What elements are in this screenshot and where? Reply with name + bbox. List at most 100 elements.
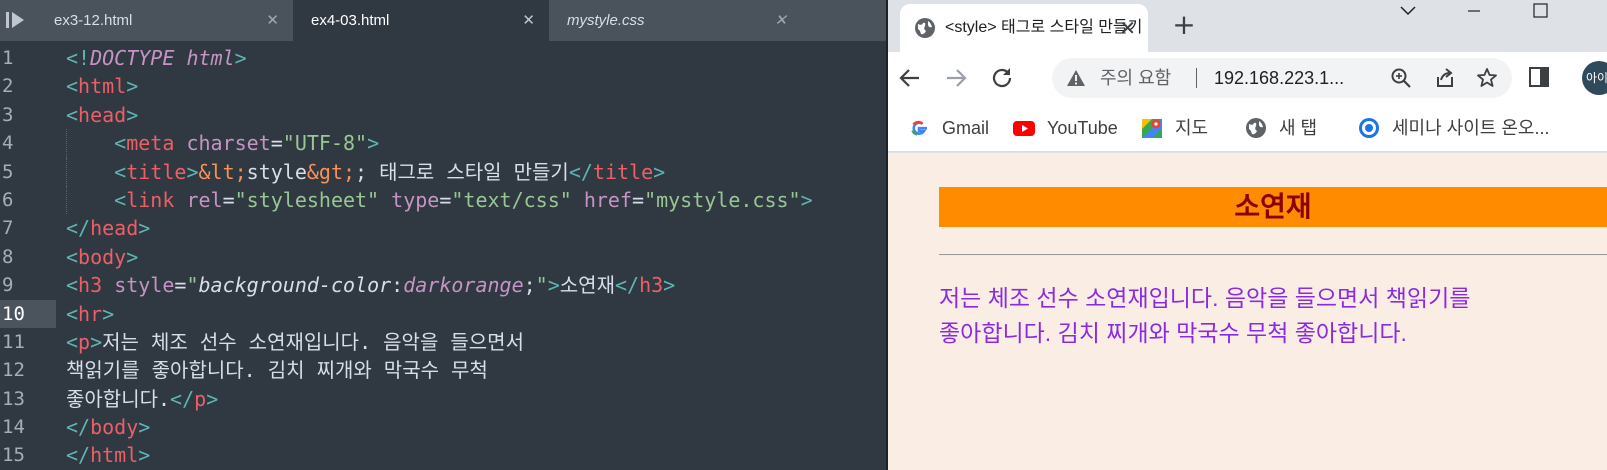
close-icon[interactable]: ✕ (266, 0, 279, 41)
code-token: title (126, 159, 187, 184)
code-token: body (78, 244, 127, 269)
forward-arrow-icon[interactable] (942, 64, 970, 92)
code-token: </ (66, 415, 91, 440)
code-line[interactable]: 15 </html> (0, 441, 888, 469)
new-tab-button[interactable]: + (1168, 10, 1200, 42)
code-token: > (90, 329, 103, 354)
side-panel-icon[interactable] (1528, 66, 1550, 88)
zoom-icon[interactable] (1390, 67, 1412, 89)
code-token: 저는 체조 선수 소연재입니다. 음악을 들으면서 (102, 329, 524, 354)
code-token: > (102, 301, 115, 326)
code-line[interactable]: 9 <h3 style="background-color:darkorange;… (0, 271, 888, 299)
bookmark-label: 새 탭 (1279, 118, 1318, 138)
bookmark-star-icon[interactable] (1476, 67, 1498, 89)
editor-tab-ex3-12[interactable]: ex3-12.html ✕ (36, 0, 293, 41)
code-token: DOCTYPE (90, 46, 175, 70)
page-paragraph: 저는 체조 선수 소연재입니다. 음악을 들으면서 책읽기를 좋아합니다. 김치… (939, 281, 1607, 351)
code-line[interactable]: 14 </body> (0, 413, 888, 441)
back-arrow-icon[interactable] (896, 64, 924, 92)
code-token: html (90, 443, 139, 468)
editor-tab-ex4-03[interactable]: ex4-03.html ✕ (293, 0, 549, 41)
code-token: html (186, 46, 235, 70)
code-token: > (186, 159, 199, 184)
code-line[interactable]: 4 <meta charset="UTF-8"> (0, 129, 888, 158)
code-token: < (66, 74, 79, 99)
code-token: "text/css" (451, 187, 572, 212)
code-token: > (126, 102, 139, 127)
url-text[interactable]: 192.168.223.1... (1214, 58, 1344, 98)
line-number: 3 (2, 103, 14, 126)
avatar[interactable]: 아이 (1582, 61, 1607, 95)
code-line[interactable]: 13 좋아합니다.</p> (0, 385, 888, 413)
tab-label: ex4-03.html (311, 12, 390, 29)
code-text: <html> (66, 72, 138, 100)
code-token: : (391, 273, 404, 298)
code-line[interactable]: 6 <link rel="stylesheet" type="text/css"… (0, 185, 888, 215)
code-line[interactable]: 3 <head> (0, 101, 888, 129)
paragraph-line: 좋아합니다. 김치 찌개와 막국수 무척 좋아합니다. (939, 320, 1407, 346)
code-text: <link rel="stylesheet" type="text/css" h… (66, 186, 812, 214)
google-icon (911, 120, 927, 136)
code-token: > (653, 159, 666, 184)
maximize-icon[interactable] (1516, 0, 1564, 26)
address-bar[interactable]: 주의 요함 192.168.223.1... (1052, 58, 1512, 98)
code-line[interactable]: 11 <p>저는 체조 선수 소연재입니다. 음악을 들으면서 (0, 328, 888, 356)
code-text: <meta charset="UTF-8"> (66, 129, 379, 157)
browser-toolbar: 주의 요함 192.168.223.1... 아이 (888, 52, 1607, 104)
security-warning-text[interactable]: 주의 요함 (1100, 58, 1171, 98)
code-token: darkorange (403, 273, 524, 298)
close-icon[interactable]: ✕ (1119, 4, 1136, 52)
tab-label: mystyle.css (567, 12, 645, 29)
warning-icon[interactable] (1066, 68, 1086, 88)
reload-icon[interactable] (988, 64, 1016, 92)
code-token: = (439, 187, 452, 212)
code-token: h3 (78, 273, 103, 298)
line-number: 15 (2, 444, 25, 467)
code-token: < (114, 159, 127, 184)
code-token: < (66, 301, 79, 326)
bookmark-label: Gmail (942, 118, 990, 138)
code-editor[interactable]: ex3-12.html ✕ ex4-03.html ✕ mystyle.css … (0, 0, 888, 470)
code-token: body (90, 415, 139, 440)
globe-icon (915, 18, 935, 38)
code-line[interactable]: 1 <!DOCTYPE html> (0, 44, 888, 72)
browser-tab-active[interactable]: <style> 태그로 스타일 만들기 ✕ (900, 4, 1148, 52)
code-line[interactable]: 12 책읽기를 좋아합니다. 김치 찌개와 막국수 무척 (0, 356, 888, 384)
editor-tab-mystyle[interactable]: mystyle.css ✕ (549, 0, 801, 41)
minimize-icon[interactable] (1450, 0, 1498, 26)
code-token: title (592, 159, 654, 184)
code-text: <!DOCTYPE html> (66, 44, 247, 72)
code-token: meta (126, 131, 175, 156)
horizontal-rule (939, 254, 1607, 256)
code-token: ; 태그로 스타일 만들기 (355, 159, 569, 184)
code-token: 책읽기를 좋아합니다. 김치 찌개와 막국수 무척 (66, 358, 488, 383)
code-token: </ (66, 216, 91, 241)
code-token: > (126, 244, 139, 269)
code-token: &lt; (198, 159, 247, 184)
code-token: < (66, 329, 79, 354)
play-icon[interactable] (6, 11, 26, 29)
code-token: rel (186, 187, 223, 212)
code-area[interactable]: 1 <!DOCTYPE html> 2 <html> 3 <head> 4 <meta ch… (0, 44, 888, 470)
chevron-down-icon[interactable] (1384, 0, 1432, 26)
code-token: <! (66, 46, 91, 70)
browser-tab-strip: <style> 태그로 스타일 만들기 ✕ + (888, 0, 1607, 52)
code-line[interactable]: 2 <html> (0, 72, 888, 100)
code-line[interactable]: 8 <body> (0, 243, 888, 271)
code-line[interactable]: 5 <title>&lt;style&gt;; 태그로 스타일 만들기</tit… (0, 157, 888, 186)
chromium-icon (1359, 118, 1379, 138)
close-icon[interactable]: ✕ (522, 0, 535, 41)
code-line[interactable]: 10 <hr> (0, 299, 888, 328)
code-text: <p>저는 체조 선수 소연재입니다. 음악을 들으면서 (66, 328, 524, 356)
close-icon[interactable]: ✕ (774, 0, 787, 41)
code-line[interactable]: 7 </head> (0, 214, 888, 242)
line-number: 2 (2, 75, 14, 98)
share-icon[interactable] (1434, 67, 1456, 89)
code-token: > (234, 46, 247, 70)
bookmark-label: YouTube (1047, 118, 1118, 138)
